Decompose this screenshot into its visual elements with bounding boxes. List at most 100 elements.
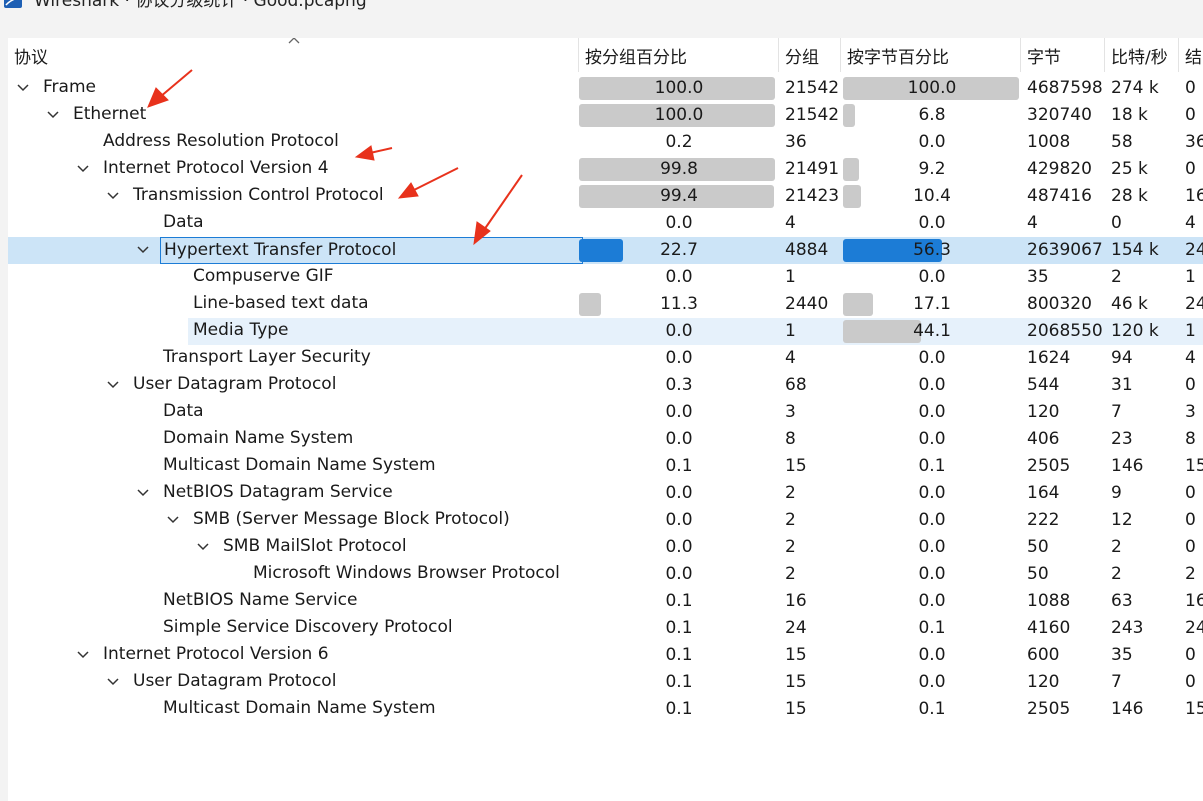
- bits-per-second-value: 58: [1111, 132, 1133, 152]
- percent-packets-value: 11.3: [660, 294, 698, 314]
- packets-value: 8: [785, 429, 796, 449]
- table-row[interactable]: Data 0.0 3 0.0 120 7 3: [8, 399, 1203, 426]
- percent-packets-value: 0.1: [665, 645, 693, 665]
- percent-bytes-value: 100.0: [907, 78, 957, 98]
- protocol-name: NetBIOS Datagram Service: [163, 482, 393, 502]
- percent-packets-cell: 0.1: [579, 615, 779, 642]
- table-row[interactable]: Internet Protocol Version 4 99.8 21491 9.2 4…: [8, 156, 1203, 183]
- table-row[interactable]: Address Resolution Protocol 0.2 36 0.0 1008 5…: [8, 129, 1203, 156]
- table-row[interactable]: Simple Service Discovery Protocol 0.1 24 0.…: [8, 615, 1203, 642]
- percent-bytes-value: 9.2: [918, 159, 946, 179]
- table-row[interactable]: Data 0.0 4 0.0 4 0 4: [8, 210, 1203, 237]
- packets-value: 1: [785, 321, 796, 341]
- protocol-name: Frame: [43, 77, 96, 97]
- table-row[interactable]: Transmission Control Protocol 99.4 21423 10…: [8, 183, 1203, 210]
- packets-value: 4: [785, 213, 796, 233]
- table-row[interactable]: NetBIOS Name Service 0.1 16 0.0 1088 63 16: [8, 588, 1203, 615]
- window-title: Wireshark · 协议分级统计 · Good.pcapng: [34, 0, 367, 11]
- chevron-down-icon[interactable]: [167, 516, 179, 524]
- chevron-down-icon[interactable]: [137, 246, 149, 254]
- column-header-percent-packets[interactable]: 按分组百分比: [579, 38, 779, 72]
- table-row[interactable]: Multicast Domain Name System 0.1 15 0.1 2505…: [8, 696, 1203, 723]
- end-packets-value: 1: [1185, 321, 1196, 341]
- table-row[interactable]: Line-based text data 11.3 2440 17.1 800320 46…: [8, 291, 1203, 318]
- table-row[interactable]: Microsoft Windows Browser Protocol 0.0 2 0.…: [8, 561, 1203, 588]
- percent-packets-cell: 0.1: [579, 453, 779, 480]
- percent-bytes-cell: 0.0: [843, 210, 1021, 237]
- table-row[interactable]: User Datagram Protocol 0.1 15 0.0 120 7 0: [8, 669, 1203, 696]
- column-header-packets[interactable]: 分组: [779, 38, 841, 72]
- table-row[interactable]: Hypertext Transfer Protocol 22.7 4884 56.3 2…: [8, 237, 1203, 264]
- end-packets-value: 0: [1185, 645, 1196, 665]
- packets-value: 2: [785, 483, 796, 503]
- table-row[interactable]: Compuserve GIF 0.0 1 0.0 35 2 1: [8, 264, 1203, 291]
- chevron-down-icon[interactable]: [197, 543, 209, 551]
- end-packets-value: 0: [1185, 78, 1196, 98]
- percent-bytes-value: 0.0: [918, 537, 946, 557]
- table-row[interactable]: SMB MailSlot Protocol 0.0 2 0.0 50 2 0: [8, 534, 1203, 561]
- column-header-end[interactable]: 结: [1179, 38, 1203, 72]
- bytes-value: 120: [1027, 402, 1060, 422]
- percent-bytes-cell: 0.0: [843, 561, 1021, 588]
- packets-value: 2: [785, 510, 796, 530]
- chevron-down-icon[interactable]: [47, 111, 59, 119]
- packets-value: 15: [785, 699, 807, 719]
- percent-bytes-value: 0.0: [918, 267, 946, 287]
- chevron-down-icon[interactable]: [107, 192, 119, 200]
- chevron-down-icon[interactable]: [77, 165, 89, 173]
- chevron-down-icon[interactable]: [137, 489, 149, 497]
- column-header-protocol[interactable]: 协议: [8, 38, 579, 72]
- percent-packets-value: 0.0: [665, 348, 693, 368]
- percent-packets-cell: 0.2: [579, 129, 779, 156]
- percent-bytes-value: 10.4: [913, 186, 951, 206]
- table-row[interactable]: Multicast Domain Name System 0.1 15 0.1 2505…: [8, 453, 1203, 480]
- bytes-value: 1624: [1027, 348, 1071, 368]
- percent-bytes-value: 0.0: [918, 483, 946, 503]
- bits-per-second-value: 2: [1111, 537, 1122, 557]
- packets-value: 4884: [785, 240, 829, 260]
- table-row[interactable]: Internet Protocol Version 6 0.1 15 0.0 600 35…: [8, 642, 1203, 669]
- chevron-down-icon[interactable]: [107, 678, 119, 686]
- chevron-down-icon[interactable]: [77, 651, 89, 659]
- percent-bytes-cell: 0.1: [843, 696, 1021, 723]
- protocol-name: Compuserve GIF: [193, 266, 334, 286]
- end-packets-value: 0: [1185, 537, 1196, 557]
- column-header-bytes[interactable]: 字节: [1021, 38, 1105, 72]
- column-header-bits-per-second[interactable]: 比特/秒: [1105, 38, 1179, 72]
- column-label-percent-bytes: 按字节百分比: [847, 48, 949, 68]
- protocol-name: Simple Service Discovery Protocol: [163, 617, 453, 637]
- table-row[interactable]: Media Type 0.0 1 44.1 2068550 120 k 1: [8, 318, 1203, 345]
- end-packets-value: 0: [1185, 672, 1196, 692]
- percent-packets-value: 100.0: [654, 105, 704, 125]
- chevron-down-icon[interactable]: [17, 84, 29, 92]
- percent-packets-cell: 11.3: [579, 291, 779, 318]
- table-row[interactable]: SMB (Server Message Block Protocol) 0.0 2 0…: [8, 507, 1203, 534]
- percent-bytes-cell: 0.1: [843, 615, 1021, 642]
- end-packets-value: 16: [1185, 186, 1203, 206]
- protocol-name: Transport Layer Security: [163, 347, 371, 367]
- table-row[interactable]: Frame 100.0 21542 100.0 4687598 274 k 0: [8, 75, 1203, 102]
- column-header-percent-bytes[interactable]: 按字节百分比: [841, 38, 1021, 72]
- protocol-name: Ethernet: [73, 104, 147, 124]
- bits-per-second-value: 120 k: [1111, 321, 1159, 341]
- bytes-value: 2505: [1027, 699, 1071, 719]
- table-row[interactable]: Transport Layer Security 0.0 4 0.0 1624 94 4: [8, 345, 1203, 372]
- table-row[interactable]: User Datagram Protocol 0.3 68 0.0 544 31 0: [8, 372, 1203, 399]
- percent-bytes-value: 0.0: [918, 645, 946, 665]
- percent-packets-value: 0.0: [665, 564, 693, 584]
- percent-packets-cell: 0.1: [579, 669, 779, 696]
- percent-bytes-value: 44.1: [913, 321, 951, 341]
- table-row[interactable]: Domain Name System 0.0 8 0.0 406 23 8: [8, 426, 1203, 453]
- percent-bytes-cell: 0.0: [843, 399, 1021, 426]
- percent-bytes-cell: 0.0: [843, 264, 1021, 291]
- bits-per-second-value: 146: [1111, 699, 1144, 719]
- bytes-value: 406: [1027, 429, 1060, 449]
- packets-value: 68: [785, 375, 807, 395]
- end-packets-value: 0: [1185, 483, 1196, 503]
- sort-ascending-icon: [288, 38, 300, 44]
- table-row[interactable]: Ethernet 100.0 21542 6.8 320740 18 k 0: [8, 102, 1203, 129]
- bits-per-second-value: 23: [1111, 429, 1133, 449]
- chevron-down-icon[interactable]: [107, 381, 119, 389]
- end-packets-value: 24: [1185, 240, 1203, 260]
- table-row[interactable]: NetBIOS Datagram Service 0.0 2 0.0 164 9 0: [8, 480, 1203, 507]
